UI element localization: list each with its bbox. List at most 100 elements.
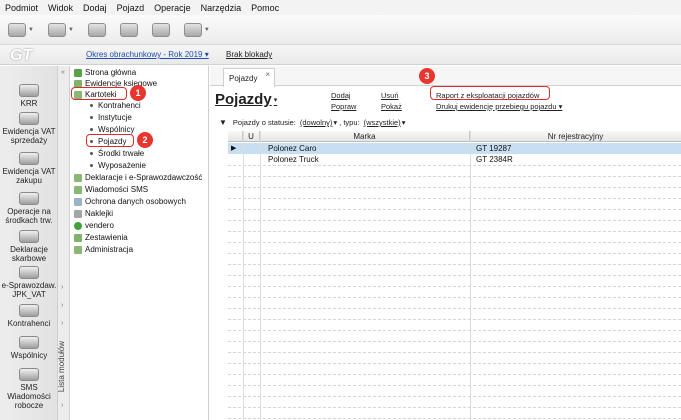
module-jpk-vat[interactable]: e-Sprawozdaw. JPK_VAT [0, 266, 58, 299]
grid-row-divider [228, 396, 681, 397]
close-icon[interactable]: × [265, 70, 270, 79]
highlight-report [430, 86, 550, 100]
menu-widok[interactable]: Widok [48, 3, 73, 13]
step-badge-1: 1 [130, 85, 146, 101]
tree-item-label: vendero [85, 221, 114, 230]
column-header-nr-rejestracyjny[interactable]: Nr rejestracyjny [470, 131, 681, 142]
module-vat-sprzedazy[interactable]: Ewidencja VAT sprzedaży [0, 112, 58, 145]
tree-item-label: Wspólnicy [98, 125, 135, 134]
module-label: Ewidencja VAT sprzedaży [2, 127, 56, 145]
grid-row-divider [228, 231, 681, 232]
module-krr[interactable]: KRR [0, 84, 58, 108]
module-label: KRR [20, 99, 38, 108]
tree-item-label: Naklejki [85, 209, 114, 218]
page-title[interactable]: Pojazdy ▾ [215, 91, 277, 108]
lock-status-link[interactable]: Brak blokady [226, 50, 272, 59]
tree-item-administracja[interactable]: Administracja [74, 244, 133, 255]
tab-strip: Pojazdy × [210, 66, 681, 87]
table-row[interactable]: ▶ Polonez Caro GT 19287 [228, 143, 681, 154]
grid-row-divider [228, 385, 681, 386]
tree-item-wiadomosci-sms[interactable]: Wiadomości SMS [74, 184, 148, 195]
column-header-u[interactable]: U [243, 131, 260, 142]
tree-item-kontrahenci[interactable]: Kontrahenci [90, 100, 141, 111]
module-kontrahenci[interactable]: Kontrahenci [0, 304, 58, 328]
leaf-icon [151, 22, 170, 37]
toolbar-eraser-button[interactable] [119, 22, 138, 37]
bullet-icon [90, 152, 93, 155]
grid-row-divider [228, 319, 681, 320]
menu-operacje[interactable]: Operacje [154, 3, 191, 13]
tree-item-instytucje[interactable]: Instytucje [90, 112, 132, 123]
tab-pojazdy[interactable]: Pojazdy × [223, 68, 275, 87]
menu-pojazd[interactable]: Pojazd [117, 3, 145, 13]
tree-item-deklaracje[interactable]: Deklaracje i e-Sprawozdawczość [74, 172, 202, 183]
toolbar-tray-button[interactable]: ▼ [47, 22, 74, 37]
tree-item-naklejki[interactable]: Naklejki [74, 208, 113, 219]
type-filter-select[interactable]: (wszystkie) [364, 118, 401, 127]
sms-icon [19, 368, 39, 381]
modules-list-label: Lista modułów [57, 340, 67, 393]
bullet-icon [90, 128, 93, 131]
print-mileage-link[interactable]: Drukuj ewidencję przebiegu pojazdu ▾ [436, 102, 562, 111]
module-wspolnicy[interactable]: Wspólnicy [0, 336, 58, 360]
tree-item-vendero[interactable]: vendero [74, 220, 114, 231]
module-label: e-Sprawozdaw. JPK_VAT [1, 281, 57, 299]
period-selector[interactable]: Okres obrachunkowy - Rok 2019 ▾ [86, 50, 209, 59]
remove-link[interactable]: Usuń [381, 91, 399, 100]
chevron-right-icon: › [61, 284, 64, 291]
grid-row-divider [228, 308, 681, 309]
collapse-filter-icon[interactable]: ▼ [219, 118, 227, 127]
tree-item-zestawienia[interactable]: Zestawienia [74, 232, 128, 243]
tree-item-label: Strona główna [85, 68, 137, 77]
grid-row-divider [228, 341, 681, 342]
module-srodki-trwale[interactable]: Operacje na środkach trw. [0, 192, 58, 225]
module-deklaracje[interactable]: Deklaracje skarbowe [0, 230, 58, 263]
modules-strip[interactable]: « › › › › Lista modułów [57, 66, 70, 420]
printer-icon [19, 84, 39, 97]
tree-item-strona-glowna[interactable]: Strona główna [74, 67, 136, 78]
tree-item-label: Wiadomości SMS [85, 185, 149, 194]
menu-narzedzia[interactable]: Narzędzia [201, 3, 242, 13]
chevron-down-icon: ▾ [273, 97, 278, 105]
cell-marka: Polonez Truck [268, 155, 319, 164]
toolbar-calculator-button[interactable] [87, 22, 106, 37]
menu-pomoc[interactable]: Pomoc [251, 3, 279, 13]
module-label: SMS Wiadomości robocze [7, 383, 51, 410]
tree-item-srodki-trwale[interactable]: Środki trwałe [90, 148, 144, 159]
status-filter-select[interactable]: (dowolny) [300, 118, 333, 127]
grid-row-divider [228, 297, 681, 298]
menu-podmiot[interactable]: Podmiot [5, 3, 38, 13]
tree-item-label: Deklaracje i e-Sprawozdawczość [85, 173, 203, 182]
sms-icon [74, 185, 82, 194]
tree-item-ochrona-danych[interactable]: Ochrona danych osobowych [74, 196, 186, 207]
grid-row-divider [228, 264, 681, 265]
show-link[interactable]: Pokaż [381, 102, 402, 111]
row-selector-icon: ▶ [231, 145, 237, 152]
cell-marka: Polonez Caro [268, 144, 317, 153]
grid-row-divider [228, 176, 681, 177]
collapse-icon[interactable]: « [61, 69, 65, 76]
toolbar-help-button[interactable]: ▼ [183, 22, 210, 37]
cell-nr-rejestracyjny: GT 2384R [476, 155, 513, 164]
toolbar-leaf-button[interactable] [151, 22, 170, 37]
module-sms[interactable]: SMS Wiadomości robocze [0, 368, 58, 410]
module-vat-zakupu[interactable]: Ewidencja VAT zakupu [0, 152, 58, 185]
tree-item-wyposazenie[interactable]: Wyposażenie [90, 160, 146, 171]
grid-row-divider [228, 286, 681, 287]
home-icon [74, 68, 82, 77]
grid-header: U Marka Nr rejestracyjny [228, 131, 681, 142]
column-header-marka[interactable]: Marka [260, 131, 470, 142]
contractors-icon [19, 304, 39, 317]
bullet-icon [90, 164, 93, 167]
edit-link[interactable]: Popraw [331, 102, 356, 111]
menu-dodaj[interactable]: Dodaj [83, 3, 107, 13]
type-filter-label: , typu: [339, 118, 360, 127]
chevron-down-icon: ▼ [203, 26, 210, 33]
vehicles-grid: U Marka Nr rejestracyjny ▶ Polonez Caro … [228, 131, 681, 420]
toolbar-mail-button[interactable]: ▼ [8, 22, 34, 37]
add-link[interactable]: Dodaj [331, 91, 351, 100]
grid-row-divider [228, 407, 681, 408]
grid-row-divider [228, 352, 681, 353]
declaration-icon [74, 173, 82, 182]
table-row[interactable]: Polonez Truck GT 2384R [228, 154, 681, 165]
